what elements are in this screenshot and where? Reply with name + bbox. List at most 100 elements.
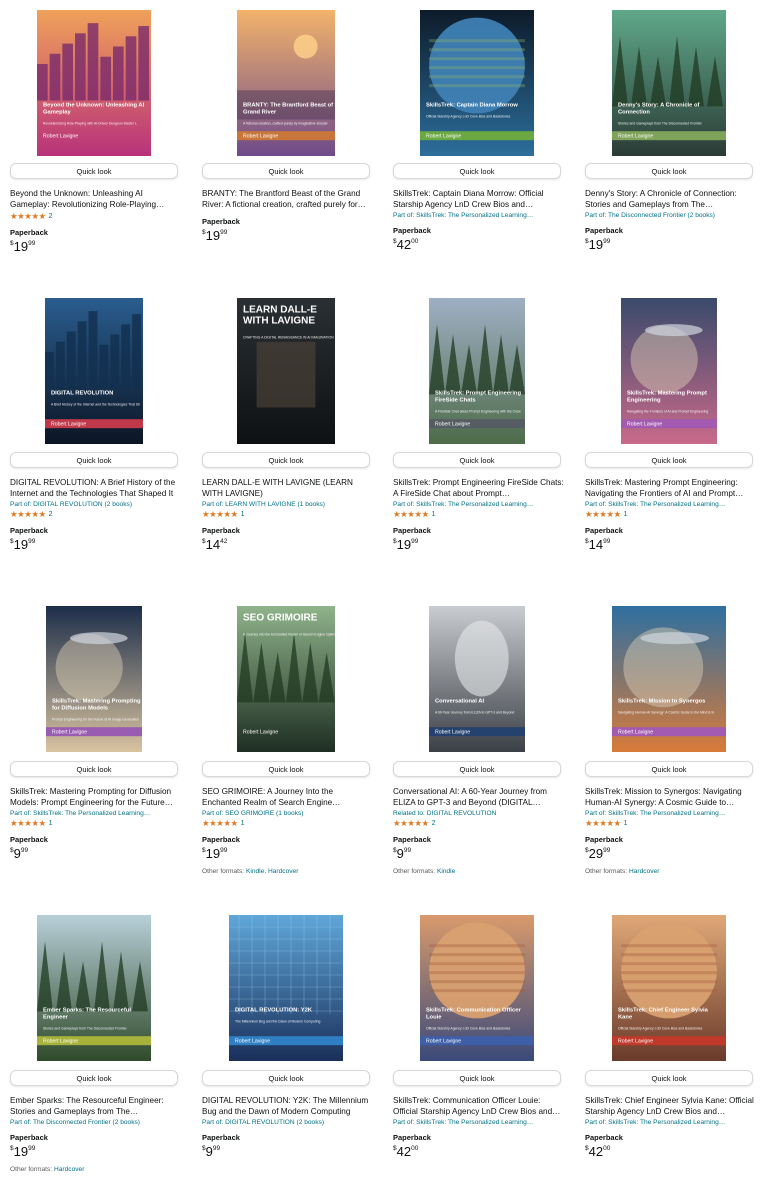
rating-count-link[interactable]: 2: [49, 212, 53, 221]
quick-look-button[interactable]: Quick look: [202, 452, 370, 468]
quick-look-button[interactable]: Quick look: [10, 452, 178, 468]
quick-look-button[interactable]: Quick look: [10, 1070, 178, 1086]
format-link-kindle[interactable]: Kindle: [437, 868, 455, 875]
format-link-hardcover[interactable]: Hardcover: [268, 868, 298, 875]
quick-look-button[interactable]: Quick look: [393, 452, 561, 468]
price[interactable]: $42 00: [585, 1145, 757, 1158]
price[interactable]: $14 42: [202, 538, 374, 551]
format-link-hardcover[interactable]: Hardcover: [54, 1166, 84, 1173]
format-link-kindle[interactable]: Kindle: [246, 868, 264, 875]
product-title-link[interactable]: DIGITAL REVOLUTION: Y2K: The Millennium …: [202, 1095, 374, 1117]
product-title-link[interactable]: Denny's Story: A Chronicle of Connection…: [585, 188, 757, 210]
price[interactable]: $19 99: [202, 229, 374, 242]
product-title-link[interactable]: BRANTY: The Brantford Beast of the Grand…: [202, 188, 374, 210]
star-rating[interactable]: ★★★★★ 1: [202, 819, 374, 828]
series-link[interactable]: Part of: SkillsTrek: The Personalized Le…: [10, 810, 182, 817]
series-link[interactable]: Part of: DIGITAL REVOLUTION (2 books): [10, 501, 182, 508]
rating-count-link[interactable]: 1: [49, 819, 53, 828]
series-link[interactable]: Part of: DIGITAL REVOLUTION (2 books): [202, 1119, 374, 1126]
series-link[interactable]: Part of: SkillsTrek: The Personalized Le…: [393, 1119, 565, 1126]
book-cover-image[interactable]: Ember Sparks: The Resourceful Engineer Sto…: [37, 915, 151, 1061]
series-link[interactable]: Part of: SkillsTrek: The Personalized Le…: [585, 810, 757, 817]
price[interactable]: $9 99: [10, 847, 182, 860]
quick-look-button[interactable]: Quick look: [585, 761, 753, 777]
book-cover-image[interactable]: DIGITAL REVOLUTION A Brief History of the…: [45, 298, 143, 444]
star-rating[interactable]: ★★★★★ 1: [585, 510, 757, 519]
price[interactable]: $19 99: [10, 240, 182, 253]
product-title-link[interactable]: DIGITAL REVOLUTION: A Brief History of t…: [10, 477, 182, 499]
book-cover-image[interactable]: DIGITAL REVOLUTION: Y2K The Millennium Bu…: [229, 915, 343, 1061]
series-link[interactable]: Related to: DIGITAL REVOLUTION: [393, 810, 565, 817]
book-cover-image[interactable]: SkillsTrek: Chief Engineer Sylvia Kane Off…: [612, 915, 726, 1061]
price[interactable]: $19 99: [10, 538, 182, 551]
price[interactable]: $19 99: [202, 847, 374, 860]
rating-count-link[interactable]: 1: [432, 510, 436, 519]
quick-look-button[interactable]: Quick look: [585, 163, 753, 179]
book-cover-image[interactable]: SkillsTrek: Mastering Prompting for Diffu…: [46, 606, 142, 752]
product-title-link[interactable]: SkillsTrek: Mastering Prompting for Diff…: [10, 786, 182, 808]
price[interactable]: $19 99: [585, 238, 757, 251]
rating-count-link[interactable]: 1: [624, 510, 628, 519]
format-link-hardcover[interactable]: Hardcover: [629, 868, 659, 875]
star-rating[interactable]: ★★★★★ 2: [10, 212, 182, 221]
quick-look-button[interactable]: Quick look: [202, 761, 370, 777]
product-title-link[interactable]: LEARN DALL-E WITH LAVIGNE (LEARN WITH LA…: [202, 477, 374, 499]
book-cover-image[interactable]: LEARN DALL-E WITH LAVIGNE CRAFTING A DIGIT…: [237, 298, 335, 444]
product-title-link[interactable]: SkillsTrek: Captain Diana Morrow: Offici…: [393, 188, 565, 210]
star-rating[interactable]: ★★★★★ 2: [393, 819, 565, 828]
star-rating[interactable]: ★★★★★ 2: [10, 510, 182, 519]
book-cover-image[interactable]: Denny's Story: A Chronicle of Connection S…: [612, 10, 726, 156]
product-title-link[interactable]: SkillsTrek: Communication Officer Louie:…: [393, 1095, 565, 1117]
quick-look-button[interactable]: Quick look: [202, 163, 370, 179]
quick-look-button[interactable]: Quick look: [10, 761, 178, 777]
book-cover-image[interactable]: Conversational AI A 60-Year Journey from …: [429, 606, 525, 752]
product-title-link[interactable]: SkillsTrek: Mastering Prompt Engineering…: [585, 477, 757, 499]
price[interactable]: $14 99: [585, 538, 757, 551]
quick-look-button[interactable]: Quick look: [393, 1070, 561, 1086]
price[interactable]: $29 99: [585, 847, 757, 860]
quick-look-button[interactable]: Quick look: [10, 163, 178, 179]
price[interactable]: $19 99: [393, 538, 565, 551]
series-link[interactable]: Part of: SkillsTrek: The Personalized Le…: [585, 501, 757, 508]
quick-look-button[interactable]: Quick look: [585, 1070, 753, 1086]
series-link[interactable]: Part of: LEARN WITH LAVIGNE (1 books): [202, 501, 374, 508]
series-link[interactable]: Part of: SkillsTrek: The Personalized Le…: [585, 1119, 757, 1126]
quick-look-button[interactable]: Quick look: [393, 761, 561, 777]
book-cover-image[interactable]: SkillsTrek: Communication Officer Louie Of…: [420, 915, 534, 1061]
rating-count-link[interactable]: 2: [49, 510, 53, 519]
book-cover-image[interactable]: BRANTY: The Brantford Beast of the Grand …: [237, 10, 335, 156]
product-title-link[interactable]: Ember Sparks: The Resourceful Engineer: …: [10, 1095, 182, 1117]
price[interactable]: $9 99: [202, 1145, 374, 1158]
book-cover-image[interactable]: Beyond the Unknown: Unleashing AI Gamepla…: [37, 10, 151, 156]
star-rating[interactable]: ★★★★★ 1: [393, 510, 565, 519]
series-link[interactable]: Part of: The Disconnected Frontier (2 bo…: [585, 212, 757, 219]
star-rating[interactable]: ★★★★★ 1: [10, 819, 182, 828]
rating-count-link[interactable]: 2: [432, 819, 436, 828]
quick-look-button[interactable]: Quick look: [585, 452, 753, 468]
product-title-link[interactable]: Conversational AI: A 60-Year Journey fro…: [393, 786, 565, 808]
price[interactable]: $19 99: [10, 1145, 182, 1158]
rating-count-link[interactable]: 1: [241, 819, 245, 828]
book-cover-image[interactable]: SkillsTrek: Captain Diana Morrow Official…: [420, 10, 534, 156]
quick-look-button[interactable]: Quick look: [393, 163, 561, 179]
price[interactable]: $42 00: [393, 1145, 565, 1158]
series-link[interactable]: Part of: SkillsTrek: The Personalized Le…: [393, 212, 565, 219]
product-title-link[interactable]: SkillsTrek: Chief Engineer Sylvia Kane: …: [585, 1095, 757, 1117]
star-rating[interactable]: ★★★★★ 1: [585, 819, 757, 828]
product-title-link[interactable]: SkillsTrek: Mission to Synergos: Navigat…: [585, 786, 757, 808]
price[interactable]: $9 99: [393, 847, 565, 860]
series-link[interactable]: Part of: SEO GRIMOIRE (1 books): [202, 810, 374, 817]
book-cover-image[interactable]: SkillsTrek: Prompt Engineering FireSide C…: [429, 298, 525, 444]
book-cover-image[interactable]: SkillsTrek: Mastering Prompt Engineering N…: [621, 298, 717, 444]
quick-look-button[interactable]: Quick look: [202, 1070, 370, 1086]
rating-count-link[interactable]: 1: [241, 510, 245, 519]
price[interactable]: $42 00: [393, 238, 565, 251]
product-title-link[interactable]: SEO GRIMOIRE: A Journey Into the Enchant…: [202, 786, 374, 808]
star-rating[interactable]: ★★★★★ 1: [202, 510, 374, 519]
product-title-link[interactable]: Beyond the Unknown: Unleashing AI Gamepl…: [10, 188, 182, 210]
series-link[interactable]: Part of: SkillsTrek: The Personalized Le…: [393, 501, 565, 508]
book-cover-image[interactable]: SkillsTrek: Mission to Synergos Navigatin…: [612, 606, 726, 752]
product-title-link[interactable]: SkillsTrek: Prompt Engineering FireSide …: [393, 477, 565, 499]
rating-count-link[interactable]: 1: [624, 819, 628, 828]
book-cover-image[interactable]: SEO GRIMOIRE A Journey into the Enchanted…: [237, 606, 335, 752]
